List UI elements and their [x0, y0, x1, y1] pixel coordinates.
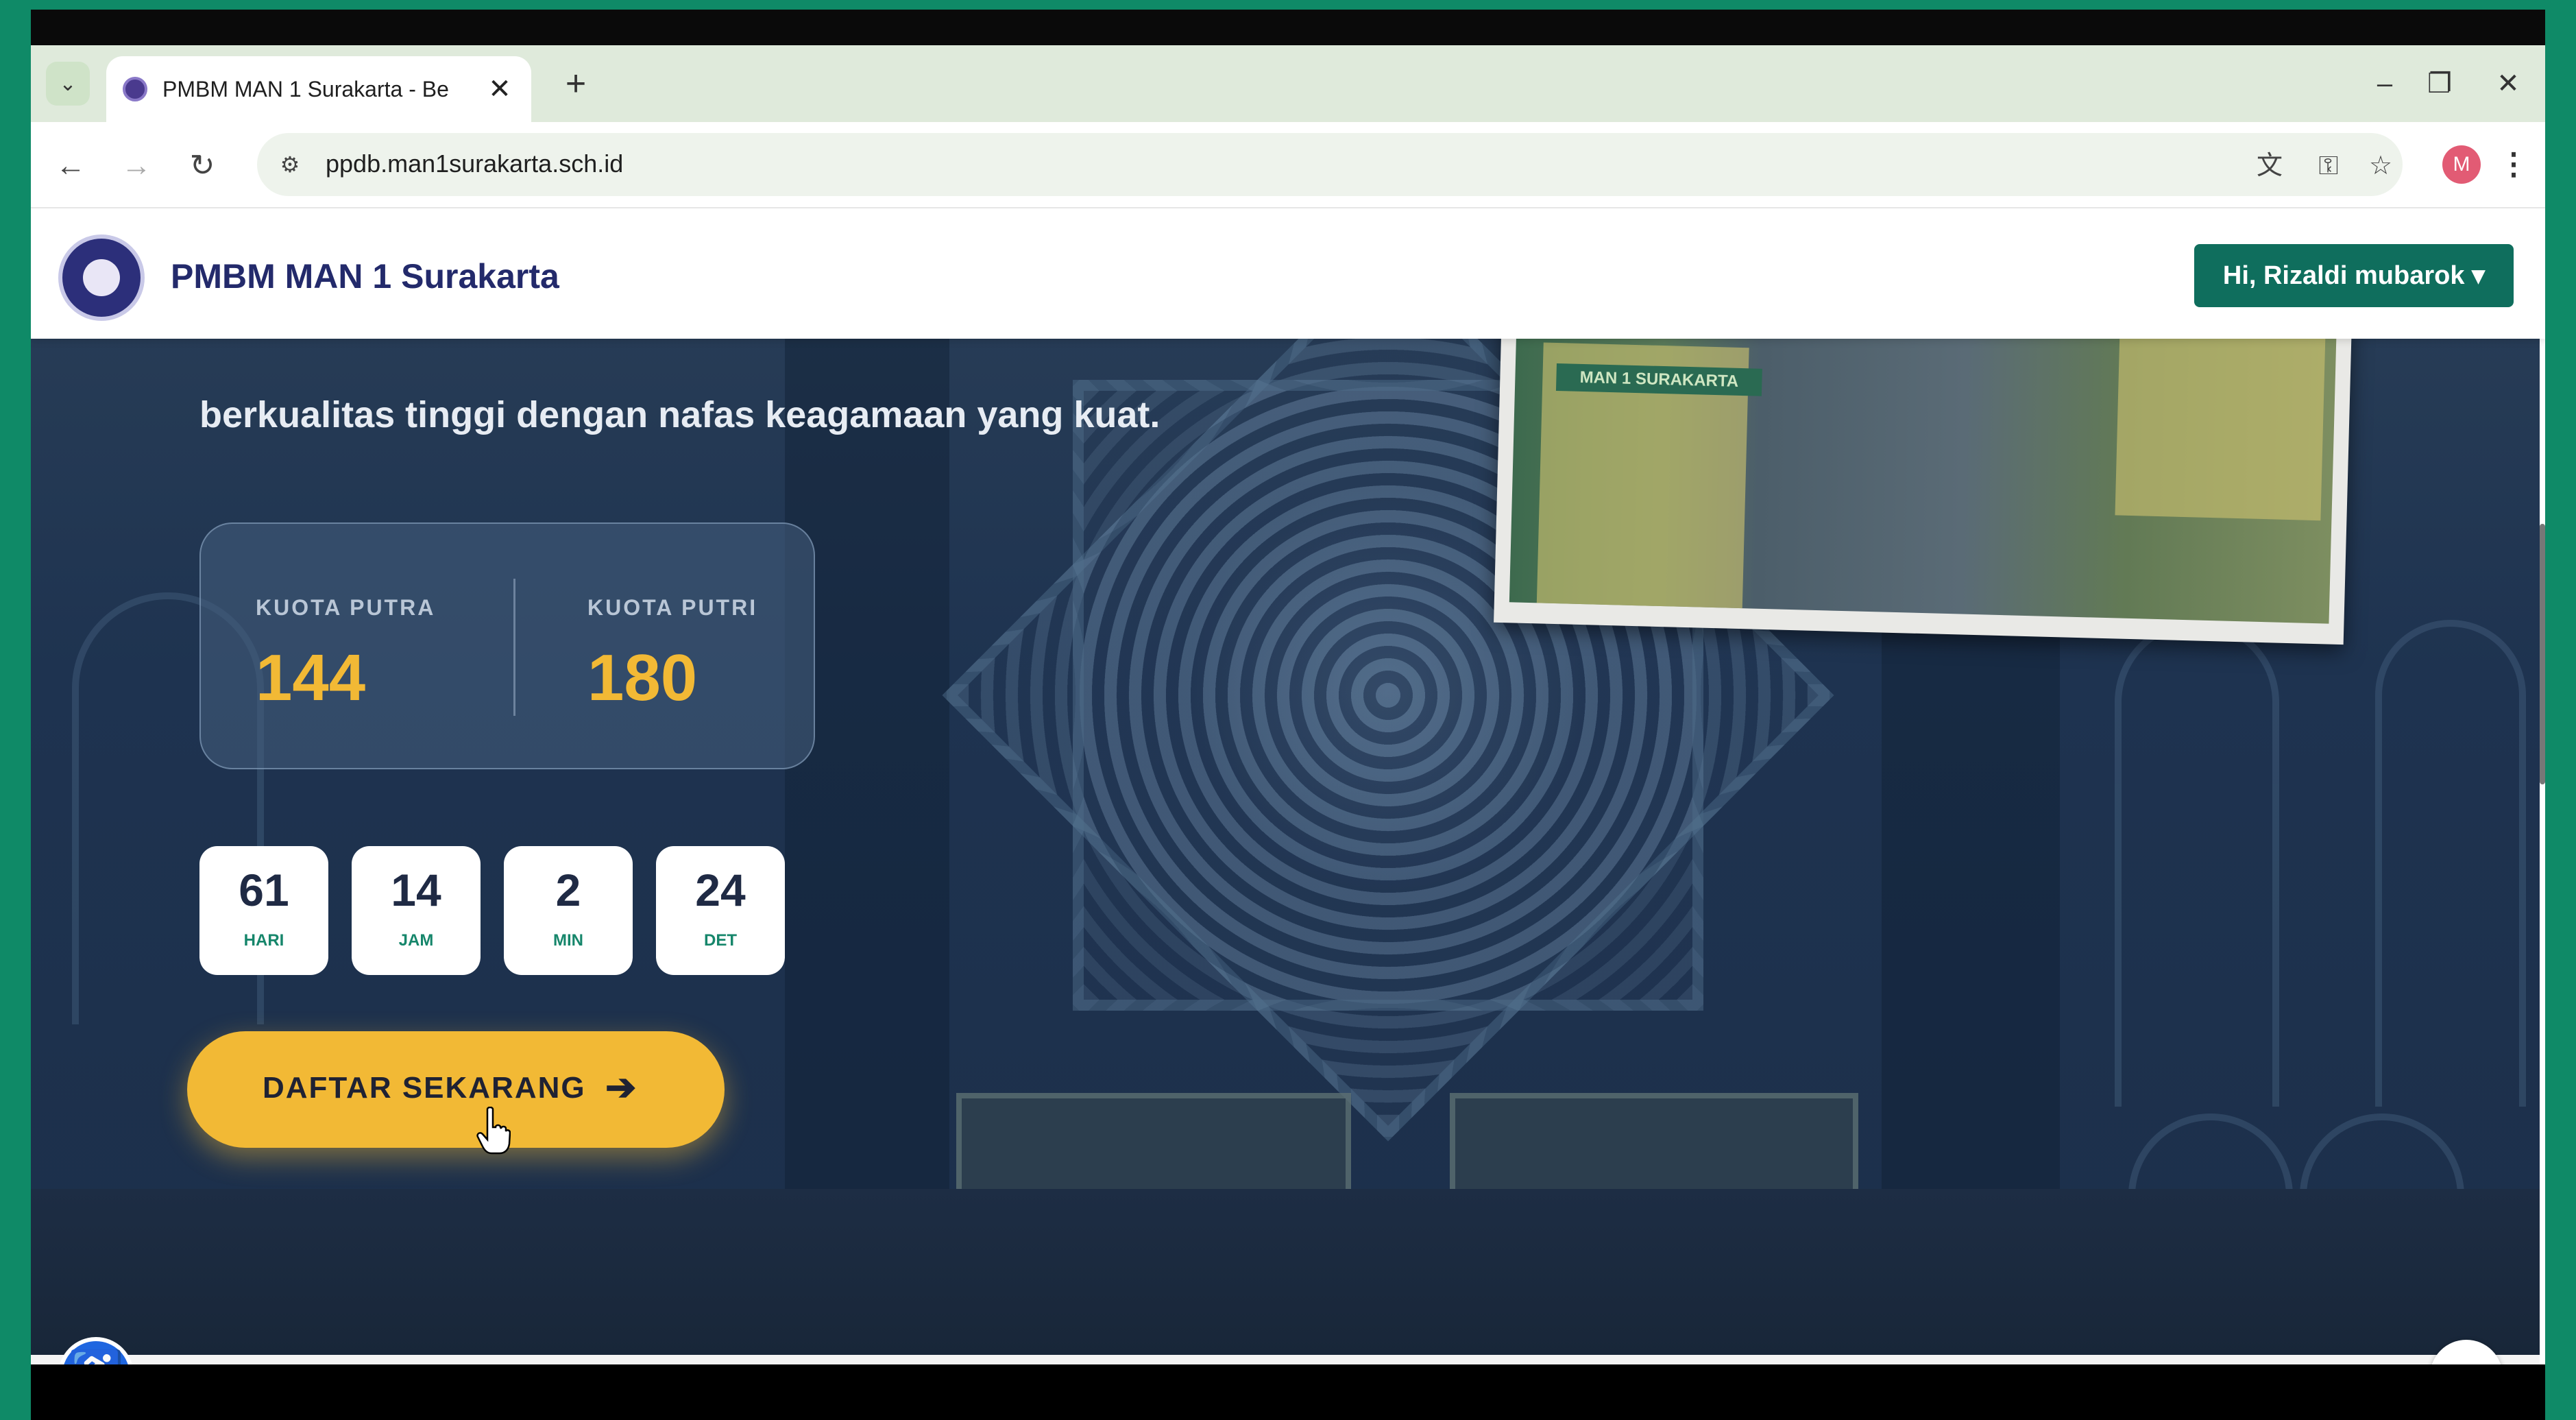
- tab-strip: ⌄ PMBM MAN 1 Surakarta - Bera ✕ + – ❐ ✕: [31, 45, 2545, 122]
- bottom-letterbox: [31, 1364, 2545, 1420]
- new-tab-button[interactable]: +: [555, 63, 596, 104]
- forward-icon[interactable]: →: [116, 145, 157, 186]
- quota-female-label: KUOTA PUTRI: [587, 595, 758, 620]
- site-info-icon[interactable]: ⚙: [274, 148, 306, 181]
- browser-tab[interactable]: PMBM MAN 1 Surakarta - Bera ✕: [106, 56, 531, 122]
- quota-male-value: 144: [256, 641, 366, 714]
- countdown-minutes: 2 MIN: [504, 846, 633, 975]
- hand-cursor-icon: [476, 1107, 511, 1155]
- restore-icon[interactable]: ❐: [2412, 62, 2467, 106]
- countdown-unit: MIN: [553, 931, 583, 950]
- countdown-days: 61 HARI: [199, 846, 328, 975]
- kebab-menu-icon[interactable]: ⋮: [2499, 143, 2529, 186]
- register-now-label: DAFTAR SEKARANG: [263, 1071, 586, 1105]
- inscription-panel: [956, 1093, 1351, 1200]
- countdown-hours: 14 JAM: [352, 846, 481, 975]
- photo-sign: MAN 1 SURAKARTA: [1555, 363, 1762, 396]
- campus-photo: MAN 1 SURAKARTA: [1494, 300, 2352, 645]
- inscription-panel: [1450, 1093, 1858, 1200]
- tab-title: PMBM MAN 1 Surakarta - Bera: [162, 77, 450, 101]
- close-icon[interactable]: ✕: [2481, 62, 2536, 106]
- background-ground: [31, 1189, 2545, 1364]
- browser-window: ⌄ PMBM MAN 1 Surakarta - Bera ✕ + – ❐ ✕ …: [31, 45, 2545, 1364]
- back-icon[interactable]: ←: [50, 145, 91, 186]
- star-icon[interactable]: ☆: [2363, 148, 2398, 184]
- site-header: PMBM MAN 1 Surakarta Hi, Rizaldi mubarok…: [31, 208, 2545, 339]
- background-pillar: [785, 339, 949, 1203]
- favicon-icon: [123, 77, 147, 101]
- url-text: ppdb.man1surakarta.sch.id: [326, 149, 624, 178]
- countdown-unit: HARI: [243, 931, 284, 950]
- web-page: PMBM MAN 1 Surakarta Hi, Rizaldi mubarok…: [31, 208, 2545, 1364]
- countdown-value: 2: [555, 865, 581, 915]
- browser-toolbar: ← → ↻ ⚙ ppdb.man1surakarta.sch.id 文 ⚿ ☆ …: [31, 122, 2545, 208]
- address-bar[interactable]: ⚙ ppdb.man1surakarta.sch.id 文 ⚿ ☆: [257, 133, 2403, 196]
- countdown-value: 61: [239, 865, 289, 915]
- page-bottom-edge: [31, 1355, 2545, 1364]
- reload-icon[interactable]: ↻: [182, 145, 223, 186]
- background-arch: [2375, 620, 2526, 1107]
- hero-tagline: berkualitas tinggi dengan nafas keagamaa…: [199, 394, 1161, 435]
- site-name[interactable]: PMBM MAN 1 Surakarta: [171, 256, 559, 296]
- tab-search-icon[interactable]: ⌄: [46, 62, 90, 106]
- minimize-icon[interactable]: –: [2357, 62, 2412, 106]
- quota-male-label: KUOTA PUTRA: [256, 595, 436, 620]
- arrow-right-icon: ➔: [605, 1067, 637, 1108]
- countdown-value: 24: [695, 865, 746, 915]
- school-logo[interactable]: [58, 234, 145, 321]
- profile-avatar[interactable]: M: [2442, 145, 2481, 184]
- scrollbar-track[interactable]: [2540, 339, 2545, 1364]
- countdown-seconds: 24 DET: [656, 846, 785, 975]
- quota-female-value: 180: [587, 641, 698, 714]
- countdown-unit: JAM: [398, 931, 434, 950]
- quota-divider: [513, 579, 515, 716]
- countdown-value: 14: [391, 865, 441, 915]
- quota-card: KUOTA PUTRA 144 KUOTA PUTRI 180: [199, 522, 815, 769]
- key-icon[interactable]: ⚿: [2311, 148, 2346, 184]
- photo-building: [2115, 323, 2326, 521]
- top-letterbox: [31, 10, 2545, 45]
- close-tab-icon[interactable]: ✕: [482, 71, 518, 107]
- background-arch: [2115, 620, 2279, 1107]
- scrollbar-thumb[interactable]: [2540, 524, 2545, 784]
- campus-photo-image: MAN 1 SURAKARTA: [1509, 300, 2337, 624]
- countdown-unit: DET: [704, 931, 737, 950]
- register-now-button[interactable]: DAFTAR SEKARANG ➔: [187, 1031, 725, 1148]
- user-menu-button[interactable]: Hi, Rizaldi mubarok ▾: [2194, 244, 2514, 307]
- translate-icon[interactable]: 文: [2252, 148, 2287, 184]
